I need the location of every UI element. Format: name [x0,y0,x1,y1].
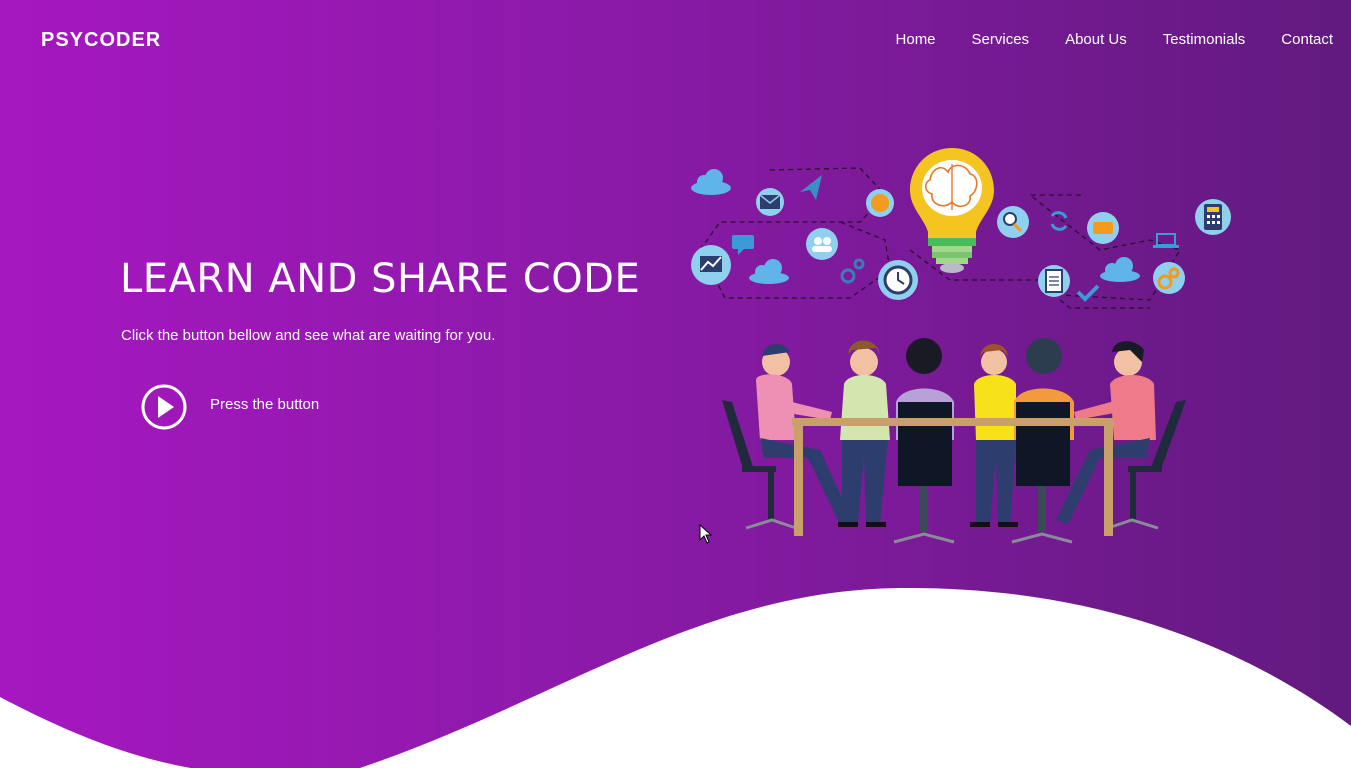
person-yellow [970,344,1018,527]
nav-testimonials[interactable]: Testimonials [1163,31,1246,48]
chart-icon [691,245,731,285]
paper-plane-icon [800,175,822,200]
cloud-icon [691,169,731,195]
brand-logo[interactable]: PSYCODER [41,29,161,52]
search-icon [997,206,1029,238]
main-nav: Home Services About Us Testimonials Cont… [896,31,1333,48]
landing-page: PSYCODER Home Services About Us Testimon… [0,0,1351,768]
hero-title: LEARN AND SHARE CODE [120,256,641,302]
nav-services[interactable]: Services [972,31,1030,48]
chat-icon [732,235,754,255]
clipboard-icon [1038,265,1070,297]
clock-icon [878,260,918,300]
laptop-icon [1153,233,1179,248]
play-triangle-icon [158,396,174,418]
users-icon [806,228,838,260]
mouse-cursor-icon [699,524,713,544]
gears-icon [840,258,865,284]
person-green [838,340,890,527]
message-icon [1087,212,1119,244]
play-button[interactable] [141,384,187,430]
calculator-icon [1195,199,1231,235]
coin-icon [866,189,894,217]
person-purple-back [893,338,955,544]
gears-icon [1153,262,1185,294]
lightbulb-brain-icon [910,148,994,273]
cloud-icon [749,259,789,284]
nav-about-us[interactable]: About Us [1065,31,1127,48]
cloud-icon [1100,257,1140,282]
nav-contact[interactable]: Contact [1281,31,1333,48]
team-meeting-illustration [691,148,1231,544]
mail-icon [756,188,784,216]
play-button-label[interactable]: Press the button [210,396,319,413]
hero-subtitle: Click the button bellow and see what are… [121,327,496,344]
nav-home[interactable]: Home [896,31,936,48]
